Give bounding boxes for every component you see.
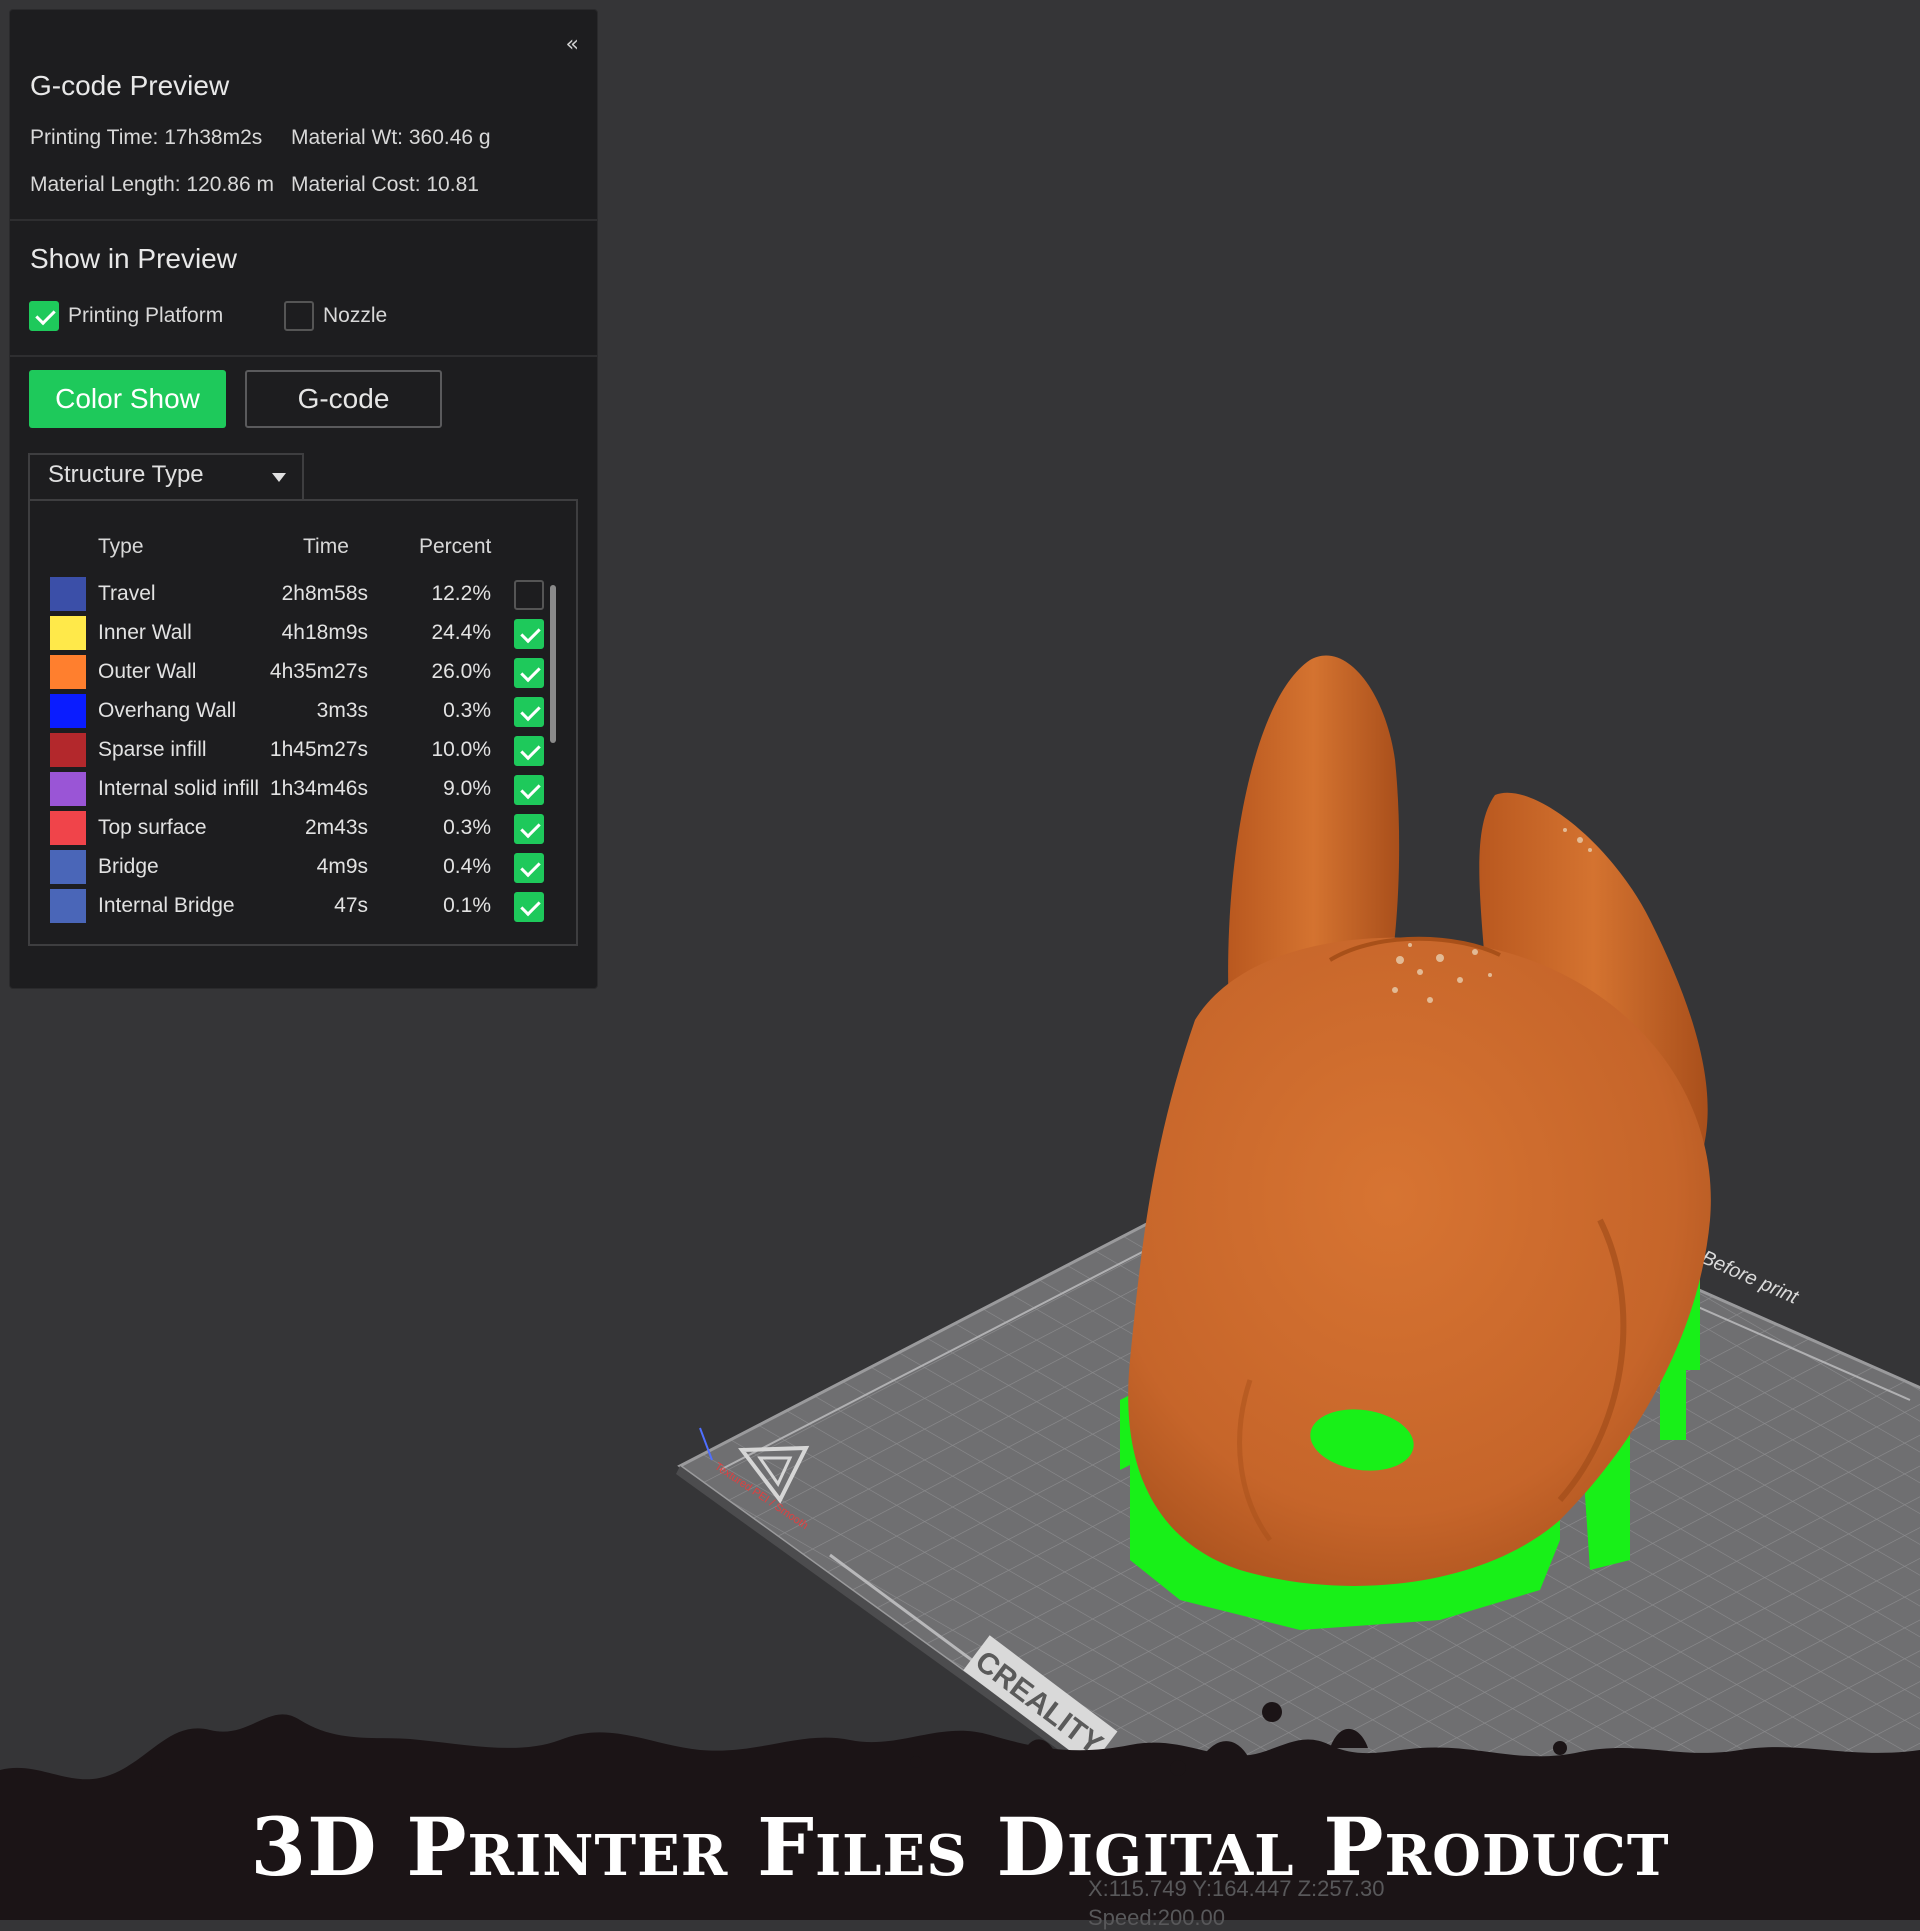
row-type: Outer Wall <box>98 660 197 683</box>
nozzle-checkbox[interactable] <box>284 301 314 331</box>
structure-rows[interactable]: Travel 2h8m58s 12.2% Inner Wall 4h18m9s 24.4%… <box>30 577 576 923</box>
row-percent: 0.3% <box>443 699 491 722</box>
material-cost: Material Cost: 10.81 <box>291 173 479 196</box>
row-visibility-checkbox[interactable] <box>514 697 544 727</box>
color-show-button[interactable]: Color Show <box>29 370 226 428</box>
row-percent: 0.1% <box>443 894 491 917</box>
color-swatch <box>50 772 86 806</box>
nozzle-label: Nozzle <box>323 304 388 327</box>
coordinate-readout: X:115.749 Y:164.447 Z:257.30 <box>1088 1876 1385 1901</box>
row-visibility-checkbox[interactable] <box>514 580 544 610</box>
row-time: 2m43s <box>304 816 368 839</box>
dropdown-value: Structure Type <box>48 461 204 488</box>
table-row: Travel 2h8m58s 12.2% <box>30 577 576 616</box>
row-time: 1h45m27s <box>269 738 368 761</box>
material-length: Material Length: 120.86 m <box>30 173 274 196</box>
row-time: 47s <box>334 894 368 917</box>
row-time: 4m9s <box>316 855 368 878</box>
row-type: Inner Wall <box>98 621 192 644</box>
divider <box>10 219 597 221</box>
row-visibility-checkbox[interactable] <box>514 658 544 688</box>
row-type: Internal solid infill <box>98 777 260 800</box>
row-percent: 26.0% <box>431 660 491 683</box>
divider <box>10 355 597 357</box>
gcode-preview-panel: « G-code Preview Printing Time: 17h38m2s… <box>9 9 598 989</box>
row-type: Travel <box>98 582 156 605</box>
row-visibility-checkbox[interactable] <box>514 892 544 922</box>
row-time: 3m3s <box>316 699 368 722</box>
show-in-preview-title: Show in Preview <box>30 243 237 274</box>
row-visibility-checkbox[interactable] <box>514 775 544 805</box>
row-percent: 9.0% <box>443 777 491 800</box>
printing-platform-checkbox[interactable] <box>29 301 59 331</box>
row-type: Sparse infill <box>98 738 207 761</box>
table-row: Bridge 4m9s 0.4% <box>30 850 576 889</box>
color-swatch <box>50 616 86 650</box>
row-percent: 10.0% <box>431 738 491 761</box>
color-swatch <box>50 850 86 884</box>
color-swatch <box>50 694 86 728</box>
table-row: Overhang Wall 3m3s 0.3% <box>30 694 576 733</box>
color-swatch <box>50 889 86 923</box>
column-header-type: Type <box>98 535 144 558</box>
row-visibility-checkbox[interactable] <box>514 814 544 844</box>
row-percent: 12.2% <box>431 582 491 605</box>
color-swatch <box>50 811 86 845</box>
material-weight: Material Wt: 360.46 g <box>291 126 491 149</box>
collapse-panel-icon[interactable]: « <box>566 32 579 57</box>
gcode-button[interactable]: G-code <box>245 370 442 428</box>
row-type: Overhang Wall <box>98 699 237 722</box>
row-time: 2h8m58s <box>281 582 368 605</box>
printing-platform-label: Printing Platform <box>68 304 224 327</box>
row-visibility-checkbox[interactable] <box>514 619 544 649</box>
panel-title: G-code Preview <box>30 70 230 101</box>
row-type: Top surface <box>98 816 207 839</box>
row-type: Bridge <box>98 855 159 878</box>
table-row: Sparse infill 1h45m27s 10.0% <box>30 733 576 772</box>
color-swatch <box>50 733 86 767</box>
structure-type-dropdown[interactable]: Structure Type <box>28 453 304 499</box>
row-visibility-checkbox[interactable] <box>514 853 544 883</box>
banner-title: 3D Printer Files Digital Product <box>250 1800 1670 1894</box>
row-visibility-checkbox[interactable] <box>514 736 544 766</box>
row-time: 1h34m46s <box>269 777 368 800</box>
table-row: Outer Wall 4h35m27s 26.0% <box>30 655 576 694</box>
table-row: Top surface 2m43s 0.3% <box>30 811 576 850</box>
row-percent: 24.4% <box>431 621 491 644</box>
structure-table: Type Time Percent Travel 2h8m58s 12.2% Inne… <box>28 499 578 946</box>
table-scrollbar[interactable] <box>550 585 556 743</box>
table-row: Internal solid infill 1h34m46s 9.0% <box>30 772 576 811</box>
table-row: Internal Bridge 47s 0.1% <box>30 889 576 923</box>
speed-readout: Speed:200.00 <box>1088 1905 1226 1930</box>
row-percent: 0.4% <box>443 855 491 878</box>
color-swatch <box>50 577 86 611</box>
printing-time: Printing Time: 17h38m2s <box>30 126 263 149</box>
row-time: 4h35m27s <box>269 660 368 683</box>
column-header-time: Time <box>303 535 349 558</box>
color-swatch <box>50 655 86 689</box>
row-type: Internal Bridge <box>98 894 235 917</box>
table-row: Inner Wall 4h18m9s 24.4% <box>30 616 576 655</box>
row-time: 4h18m9s <box>281 621 368 644</box>
column-header-percent: Percent <box>419 535 492 558</box>
chevron-down-icon <box>272 473 286 482</box>
row-percent: 0.3% <box>443 816 491 839</box>
